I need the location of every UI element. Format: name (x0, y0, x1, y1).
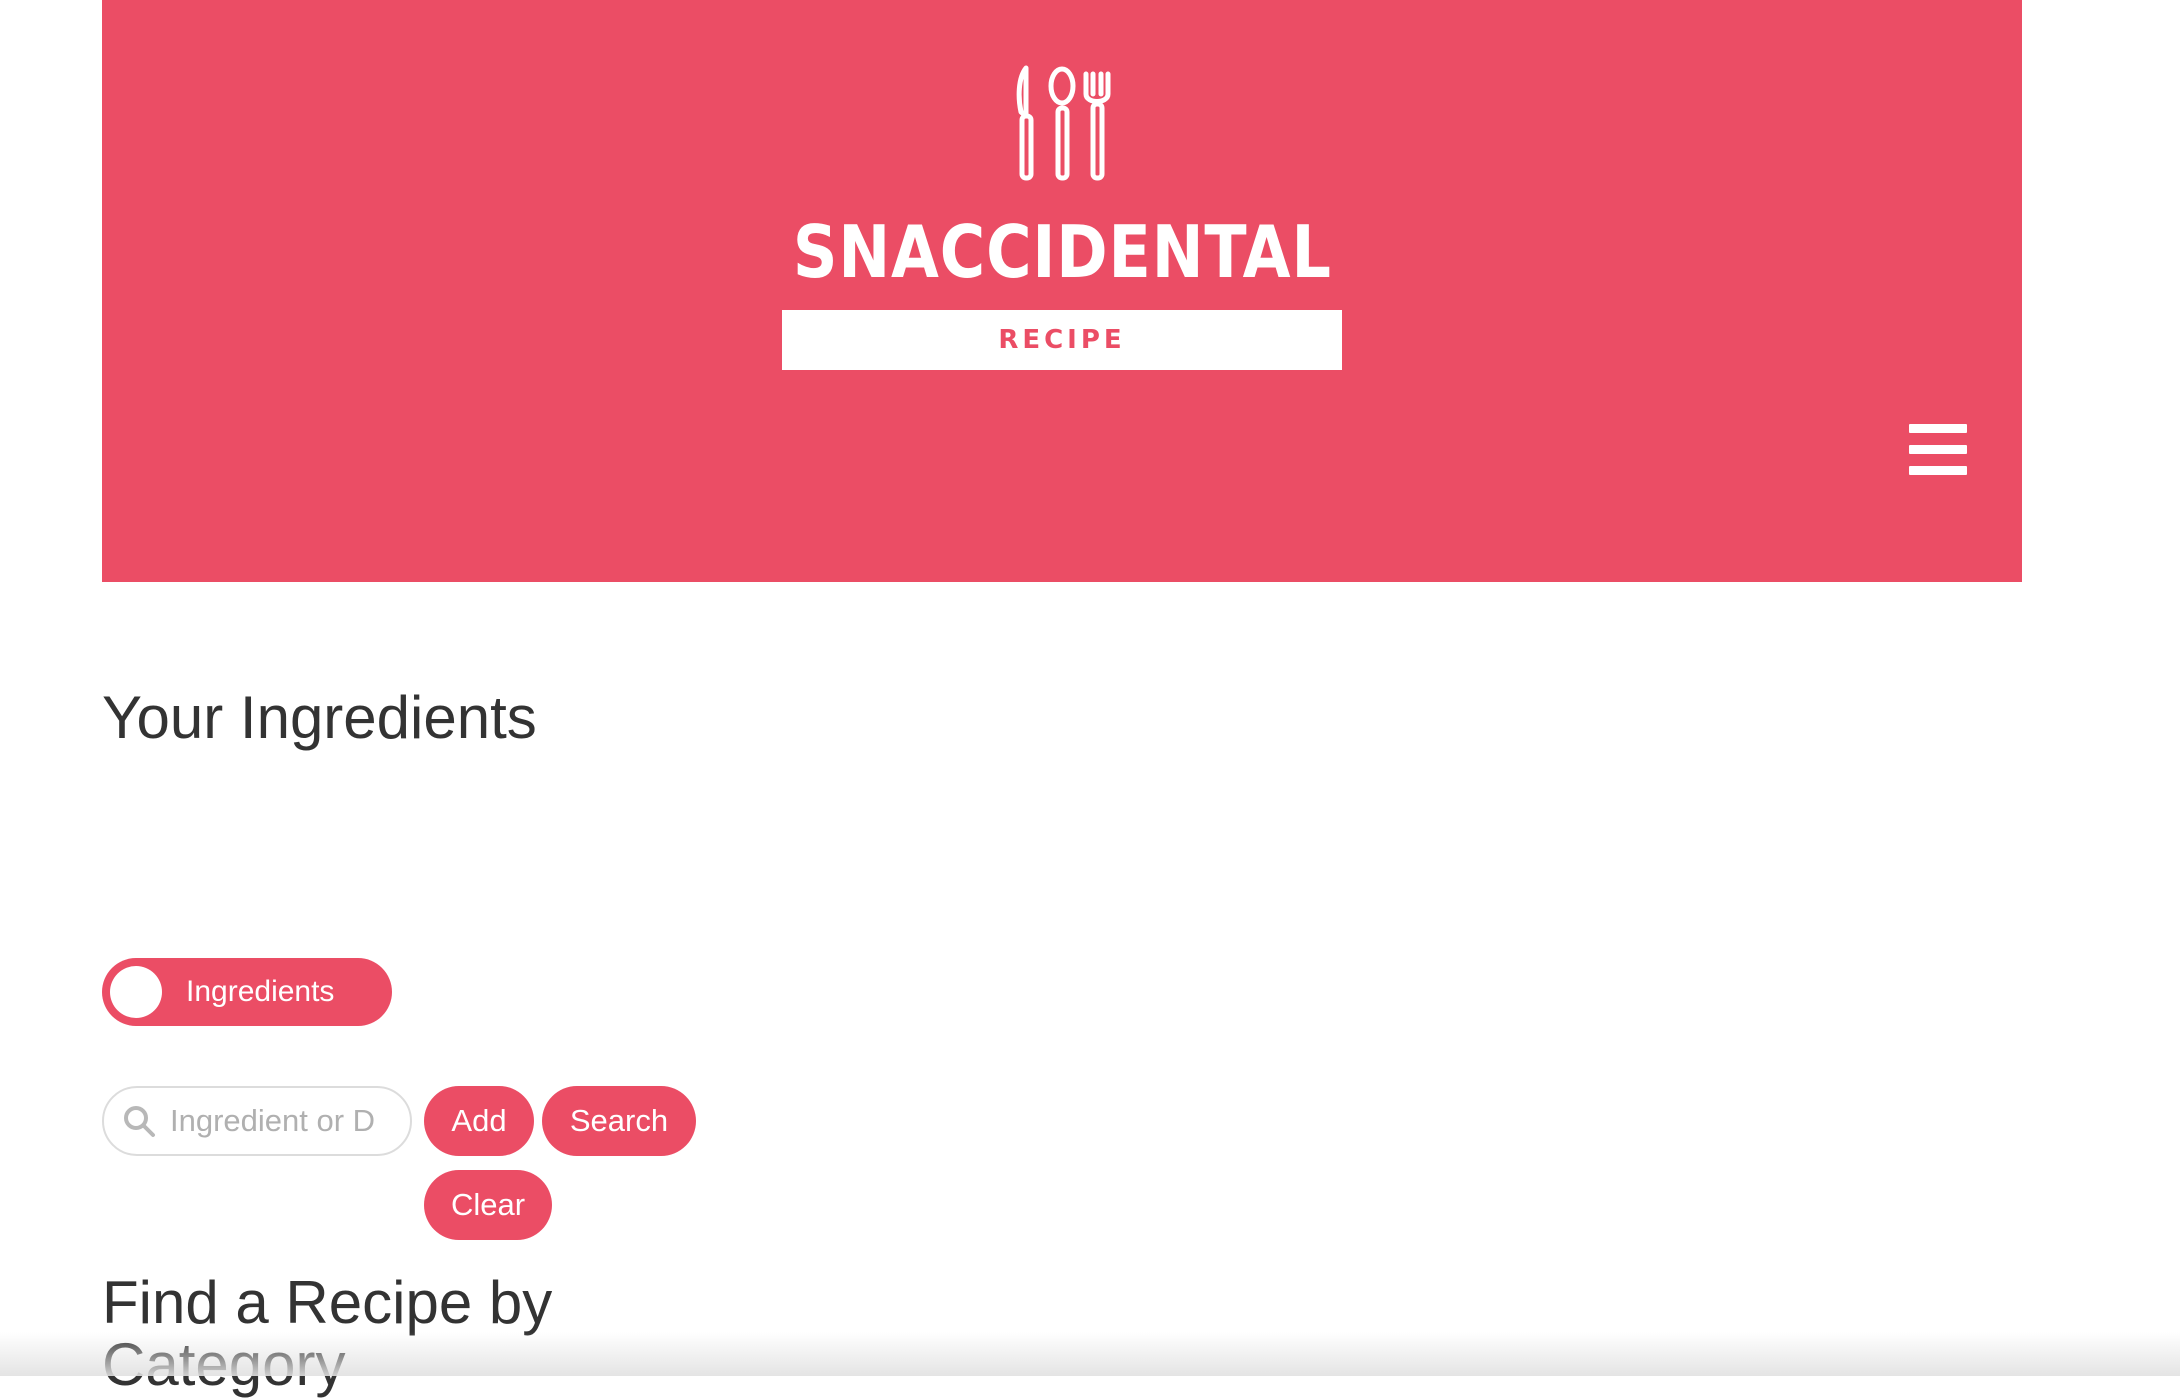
toggle-knob (110, 966, 162, 1018)
bottom-shadow (0, 1332, 2180, 1376)
add-button[interactable]: Add (424, 1086, 534, 1156)
site-header: SNACCIDENTAL RECIPE (102, 0, 2022, 582)
search-icon (124, 1106, 155, 1137)
ingredients-toggle[interactable]: Ingredients (102, 958, 392, 1026)
logo[interactable]: SNACCIDENTAL RECIPE (102, 64, 2022, 370)
brand-tagline-bar: RECIPE (782, 310, 1342, 370)
brand-name: SNACCIDENTAL (792, 210, 1332, 294)
ingredient-search-field[interactable] (102, 1086, 412, 1156)
brand-tagline: RECIPE (998, 325, 1126, 355)
clear-button[interactable]: Clear (424, 1170, 552, 1240)
toggle-label: Ingredients (186, 975, 335, 1008)
search-button[interactable]: Search (542, 1086, 696, 1156)
cutlery-icon (1016, 65, 1111, 181)
hamburger-menu-icon[interactable] (1909, 424, 1967, 476)
your-ingredients-heading: Your Ingredients (102, 684, 537, 751)
ingredient-search-input[interactable] (170, 1103, 400, 1139)
